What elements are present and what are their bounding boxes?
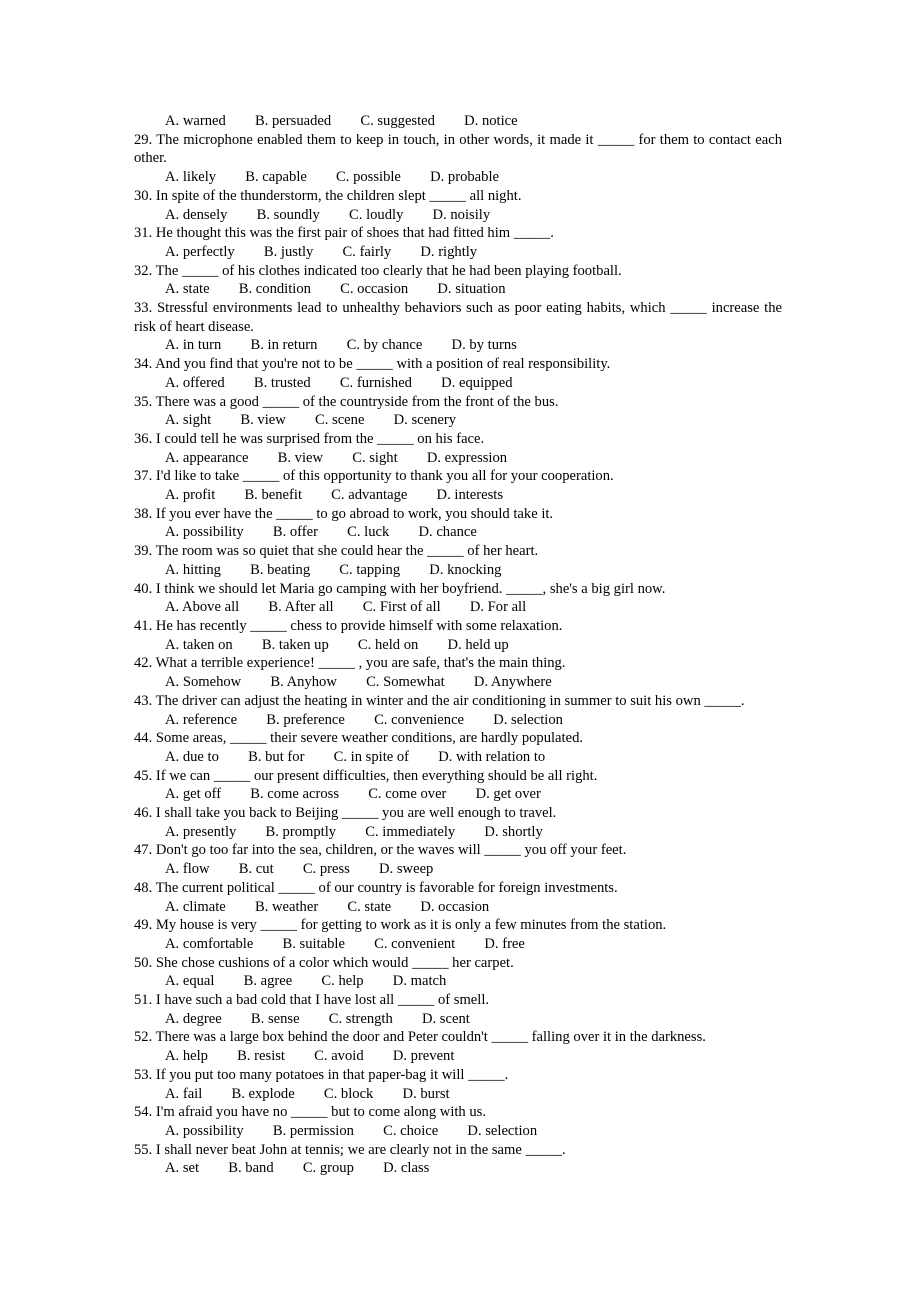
question-block: 51. I have such a bad cold that I have l… — [134, 991, 782, 1028]
question-stem: 30. In spite of the thunderstorm, the ch… — [134, 187, 522, 204]
question-block: 47. Don't go too far into the sea, child… — [134, 841, 782, 878]
question-block: 33. Stressful environments lead to unhea… — [134, 299, 782, 355]
question-options: A. fail B. explode C. block D. burst — [165, 1085, 450, 1102]
question-options: A. due to B. but for C. in spite of D. w… — [165, 748, 546, 765]
question-options: A. possibility B. offer C. luck D. chanc… — [165, 524, 477, 541]
question-options: A. degree B. sense C. strength D. scent — [165, 1010, 470, 1027]
question-options: A. comfortable B. suitable C. convenient… — [165, 935, 525, 952]
question-block: 35. There was a good _____ of the countr… — [134, 393, 782, 430]
question-block: 39. The room was so quiet that she could… — [134, 542, 782, 579]
question-stem: 53. If you put too many potatoes in that… — [134, 1066, 509, 1083]
question-options: A. flow B. cut C. press D. sweep — [165, 861, 434, 878]
question-stem: 50. She chose cushions of a color which … — [134, 954, 514, 971]
question-options: A. possibility B. permission C. choice D… — [165, 1122, 538, 1139]
question-list: 29. The microphone enabled them to keep … — [134, 131, 782, 1178]
question-block: 54. I'm afraid you have no _____ but to … — [134, 1103, 782, 1140]
question-options: A. likely B. capable C. possible D. prob… — [165, 169, 499, 186]
question-block: 42. What a terrible experience! _____ , … — [134, 654, 782, 691]
question-stem: 34. And you find that you're not to be _… — [134, 356, 611, 373]
question-options: A. reference B. preference C. convenienc… — [165, 711, 563, 728]
question-block: 40. I think we should let Maria go campi… — [134, 580, 782, 617]
question-block: 38. If you ever have the _____ to go abr… — [134, 505, 782, 542]
question-block: 29. The microphone enabled them to keep … — [134, 131, 782, 187]
question-options: A. appearance B. view C. sight D. expres… — [165, 449, 508, 466]
question-options: A. presently B. promptly C. immediately … — [165, 823, 543, 840]
question-block: 52. There was a large box behind the doo… — [134, 1028, 782, 1065]
question-block: 32. The _____ of his clothes indicated t… — [134, 262, 782, 299]
question-stem: 44. Some areas, _____ their severe weath… — [134, 730, 584, 747]
question-block: 31. He thought this was the first pair o… — [134, 224, 782, 261]
question-block: 34. And you find that you're not to be _… — [134, 355, 782, 392]
question-block: 46. I shall take you back to Beijing ___… — [134, 804, 782, 841]
question-block: 45. If we can _____ our present difficul… — [134, 767, 782, 804]
question-stem: 29. The microphone enabled them to keep … — [134, 131, 786, 167]
question-options: A. hitting B. beating C. tapping D. knoc… — [165, 561, 502, 578]
question-stem: 52. There was a large box behind the doo… — [134, 1029, 706, 1046]
question-stem: 51. I have such a bad cold that I have l… — [134, 992, 490, 1009]
question-block: 50. She chose cushions of a color which … — [134, 954, 782, 991]
question-stem: 43. The driver can adjust the heating in… — [134, 692, 745, 709]
question-options: A. profit B. benefit C. advantage D. int… — [165, 487, 504, 504]
question-options: A. get off B. come across C. come over D… — [165, 786, 541, 803]
question-stem: 47. Don't go too far into the sea, child… — [134, 842, 627, 859]
question-options: A. taken on B. taken up C. held on D. he… — [165, 636, 509, 653]
question-options: A. help B. resist C. avoid D. prevent — [165, 1048, 455, 1065]
question-stem: 55. I shall never beat John at tennis; w… — [134, 1141, 566, 1158]
question-block: 44. Some areas, _____ their severe weath… — [134, 729, 782, 766]
question-stem: 31. He thought this was the first pair o… — [134, 225, 554, 242]
orphan-option-row: A. warned B. persuaded C. suggested D. n… — [165, 113, 518, 129]
question-options: A. densely B. soundly C. loudly D. noisi… — [165, 206, 491, 223]
question-stem: 49. My house is very _____ for getting t… — [134, 917, 667, 934]
question-stem: 33. Stressful environments lead to unhea… — [134, 300, 786, 335]
question-block: 55. I shall never beat John at tennis; w… — [134, 1141, 782, 1178]
question-block: 37. I'd like to take _____ of this oppor… — [134, 467, 782, 504]
question-options: A. sight B. view C. scene D. scenery — [165, 412, 457, 429]
question-options: A. set B. band C. group D. class — [165, 1160, 430, 1177]
question-options: A. state B. condition C. occasion D. sit… — [165, 281, 506, 298]
question-options: A. perfectly B. justly C. fairly D. righ… — [165, 243, 478, 260]
document-page: A. warned B. persuaded C. suggested D. n… — [0, 0, 920, 1302]
question-stem: 38. If you ever have the _____ to go abr… — [134, 505, 554, 522]
question-block: 48. The current political _____ of our c… — [134, 879, 782, 916]
question-stem: 39. The room was so quiet that she could… — [134, 543, 539, 560]
question-block: 49. My house is very _____ for getting t… — [134, 916, 782, 953]
question-stem: 42. What a terrible experience! _____ , … — [134, 655, 566, 672]
question-block: 41. He has recently _____ chess to provi… — [134, 617, 782, 654]
question-options: A. offered B. trusted C. furnished D. eq… — [165, 374, 513, 391]
question-stem: 35. There was a good _____ of the countr… — [134, 393, 559, 410]
question-block: 53. If you put too many potatoes in that… — [134, 1066, 782, 1103]
question-block: 36. I could tell he was surprised from t… — [134, 430, 782, 467]
question-options: A. Somehow B. Anyhow C. Somewhat D. Anyw… — [165, 674, 552, 691]
question-options: A. equal B. agree C. help D. match — [165, 973, 447, 990]
question-stem: 41. He has recently _____ chess to provi… — [134, 617, 563, 634]
question-block: 30. In spite of the thunderstorm, the ch… — [134, 187, 782, 224]
question-stem: 32. The _____ of his clothes indicated t… — [134, 262, 622, 279]
question-stem: 46. I shall take you back to Beijing ___… — [134, 805, 557, 822]
question-options: A. climate B. weather C. state D. occasi… — [165, 898, 490, 915]
question-stem: 40. I think we should let Maria go campi… — [134, 580, 666, 597]
question-options: A. in turn B. in return C. by chance D. … — [165, 337, 517, 354]
question-stem: 48. The current political _____ of our c… — [134, 879, 618, 896]
question-options: A. Above all B. After all C. First of al… — [165, 599, 527, 616]
question-stem: 36. I could tell he was surprised from t… — [134, 430, 485, 447]
question-stem: 54. I'm afraid you have no _____ but to … — [134, 1104, 487, 1121]
question-stem: 45. If we can _____ our present difficul… — [134, 767, 598, 784]
question-stem: 37. I'd like to take _____ of this oppor… — [134, 468, 614, 485]
question-block: 43. The driver can adjust the heating in… — [134, 692, 782, 729]
exercise-body: A. warned B. persuaded C. suggested D. n… — [134, 112, 782, 1178]
